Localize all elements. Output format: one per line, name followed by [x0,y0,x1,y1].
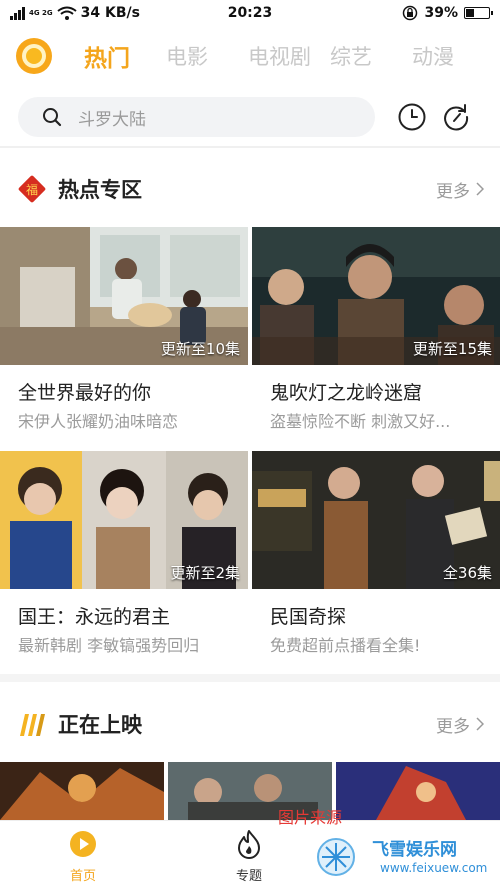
chevron-right-icon [476,717,484,731]
nav-home[interactable]: 首页 [0,821,166,888]
media-title: 全世界最好的你 [18,382,152,404]
history-clock-icon[interactable] [397,102,427,132]
more-label: 更多 [436,181,470,202]
site-watermark-title: 飞雪娱乐网 [372,840,457,860]
divider [0,146,500,148]
top-header: 热门 电影 电视剧 综艺 动漫 [0,30,500,82]
source-watermark: 图片来源 [278,808,343,827]
episode-tag: 更新至15集 [412,340,492,358]
status-bar: 4G 2G 34 KB/s 20:23 39% [0,0,500,26]
now-showing-header: 正在上映 更多 [18,707,484,741]
clock: 20:23 [227,5,273,21]
section-title: 热点专区 [58,178,142,202]
more-label: 更多 [436,716,470,737]
tab-hot[interactable]: 热门 [84,39,166,73]
media-subtitle: 宋伊人张耀奶油味暗恋 [18,412,179,431]
media-card[interactable]: 更新至2集 国王：永远的君主 最新韩剧 李敏镐强势回归 [0,451,248,656]
flame-icon [238,830,260,859]
app-logo-icon[interactable] [16,38,52,74]
tab-anime[interactable]: 动漫 [412,41,494,71]
chevron-right-icon [476,182,484,196]
home-play-icon [70,831,96,857]
section-divider [0,674,500,682]
nav-label: 专题 [235,869,262,884]
media-card[interactable]: 更新至15集 鬼吹灯之龙岭迷窟 盗墓惊险不断 刺激又好... [252,227,500,432]
nav-label: 首页 [69,869,96,884]
episode-tag: 更新至10集 [160,340,240,358]
poster-image [0,762,164,820]
nav-topics[interactable]: 专题 [166,821,332,888]
battery-fill [466,9,475,17]
site-watermark: 飞雪娱乐网 www.feixuew.com [312,835,500,883]
media-card[interactable]: 更新至10集 全世界最好的你 宋伊人张耀奶油味暗恋 [0,227,248,432]
poster-thumbnail: 全36集 [252,451,500,589]
snowflake-logo-icon [317,838,355,876]
search-icon [43,108,62,127]
poster-thumbnail: 更新至10集 [0,227,248,365]
svg-text:福: 福 [26,182,38,197]
media-title: 民国奇探 [270,606,347,628]
search-row: 斗罗大陆 [18,96,488,138]
media-subtitle: 最新韩剧 李敏镐强势回归 [18,636,200,655]
film-bars-icon [20,714,45,736]
search-input[interactable]: 斗罗大陆 [18,97,375,137]
media-subtitle: 免费超前点播看全集! [270,636,421,655]
battery-icon [464,7,493,19]
search-placeholder: 斗罗大陆 [78,109,146,130]
refresh-icon[interactable] [441,102,471,132]
episode-tag: 更新至2集 [170,564,240,582]
movie-poster[interactable] [0,762,164,820]
more-link[interactable]: 更多 [436,177,484,202]
tab-movies[interactable]: 电影 [166,41,248,71]
media-subtitle: 盗墓惊险不断 刺激又好... [270,412,451,431]
poster-thumbnail: 更新至15集 [252,227,500,365]
media-title: 国王：永远的君主 [18,606,171,628]
fu-badge-icon: 福 [18,175,46,203]
poster-thumbnail: 更新至2集 [0,451,248,589]
episode-tag: 全36集 [442,564,492,582]
tab-variety[interactable]: 综艺 [330,41,412,71]
site-watermark-url: www.feixuew.com [380,861,488,875]
hot-section-header: 福 热点专区 更多 [18,172,484,206]
media-card[interactable]: 全36集 民国奇探 免费超前点播看全集! [252,451,500,656]
section-title: 正在上映 [58,713,142,737]
movie-poster[interactable] [336,762,500,820]
media-title: 鬼吹灯之龙岭迷窟 [270,382,423,404]
more-link[interactable]: 更多 [436,712,484,737]
poster-image [336,762,500,820]
category-tabs: 热门 电影 电视剧 综艺 动漫 [84,39,494,73]
tab-tv-series[interactable]: 电视剧 [248,41,330,71]
